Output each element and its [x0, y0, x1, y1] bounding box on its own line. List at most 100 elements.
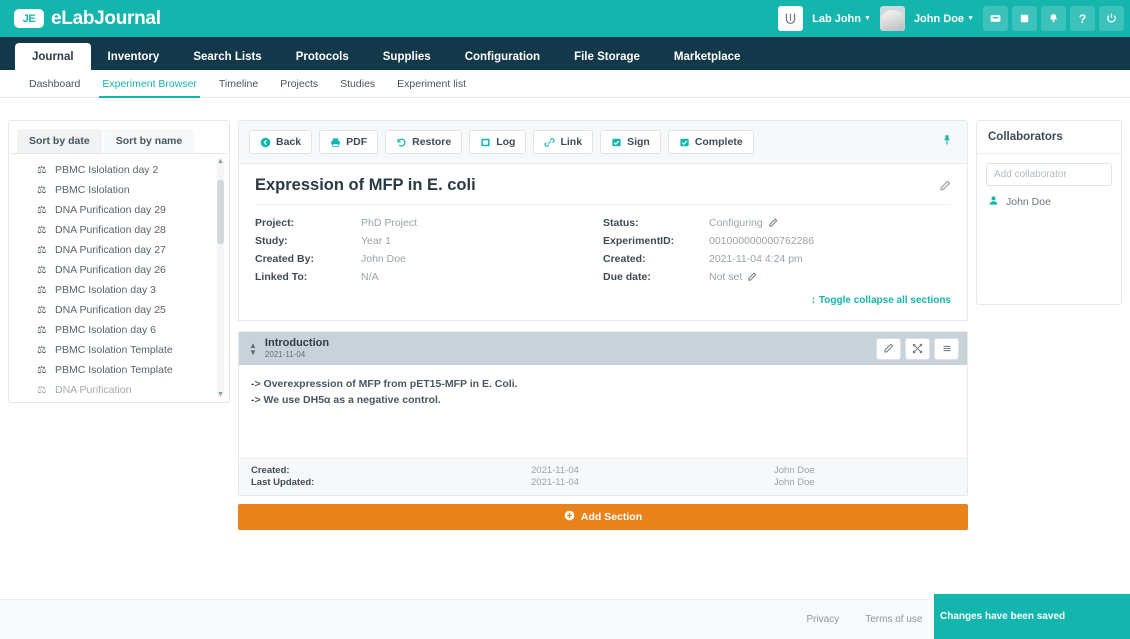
log-icon — [480, 137, 491, 148]
subnav-item-dashboard[interactable]: Dashboard — [18, 70, 91, 98]
list-item[interactable]: ⚖ DNA Purification day 29 — [11, 200, 227, 220]
footer-link-privacy[interactable]: Privacy — [806, 614, 839, 625]
collaborators-body: John Doe — [977, 154, 1121, 218]
section-updated-date: 2021-11-04 — [531, 477, 774, 489]
list-item[interactable]: ⚖ DNA Purification day 27 — [11, 240, 227, 260]
user-menu-label: John Doe — [914, 13, 964, 25]
list-item[interactable]: ⚖ PBMC Islolation day 2 — [11, 160, 227, 180]
complete-label: Complete — [695, 136, 743, 148]
sort-by-date-tab[interactable]: Sort by date — [17, 129, 102, 153]
experiment-toolbar: Back PDF Restore Log — [238, 120, 968, 164]
user-menu[interactable]: John Doe ▼ — [909, 6, 979, 31]
pin-icon[interactable] — [937, 133, 957, 152]
restore-button[interactable]: Restore — [385, 130, 462, 154]
section-content[interactable]: -> Overexpression of MFP from pET15-MFP … — [239, 365, 967, 458]
experiment-section: ▲▼ Introduction 2021-11-04 — [238, 331, 968, 496]
list-item[interactable]: ⚖ DNA Purification day 26 — [11, 260, 227, 280]
list-item[interactable]: ⚖ PBMC Islolation — [11, 180, 227, 200]
metadata-value: PhD Project — [361, 214, 417, 232]
scroll-down-icon[interactable]: ▼ — [217, 391, 224, 398]
nav-item-search-lists[interactable]: Search Lists — [176, 43, 278, 70]
metadata-left-column: Project: PhD Project Study: Year 1 Creat… — [255, 214, 603, 286]
list-item[interactable]: ⚖ DNA Purification day 25 — [11, 300, 227, 320]
subnav-item-experiment-browser[interactable]: Experiment Browser — [91, 70, 208, 98]
list-item[interactable]: ⚖ PBMC Isolation Template — [11, 340, 227, 360]
complete-icon — [679, 137, 690, 148]
list-item-label: DNA Purification day 27 — [55, 244, 166, 256]
sort-tabs: Sort by date Sort by name — [9, 121, 229, 153]
list-item[interactable]: ⚖ PBMC Isolation Template — [11, 360, 227, 380]
experiment-list[interactable]: ⚖ PBMC Islolation day 2 ⚖ PBMC Islolatio… — [11, 153, 227, 402]
section-menu-icon[interactable] — [934, 338, 959, 360]
metadata-row-experiment-id: ExperimentID: 001000000000762286 — [603, 232, 951, 250]
link-button[interactable]: Link — [533, 130, 593, 154]
list-item[interactable]: ⚖ PBMC Isolation day 6 — [11, 320, 227, 340]
expand-section-icon[interactable] — [905, 338, 930, 360]
metadata-value: 001000000000762286 — [709, 232, 814, 250]
list-item-label: PBMC Isolation day 3 — [55, 284, 156, 296]
toggle-collapse-label: Toggle collapse all sections — [819, 295, 951, 306]
subnav-item-projects[interactable]: Projects — [269, 70, 329, 98]
list-item-label: DNA Purification day 25 — [55, 304, 166, 316]
app-logo[interactable]: JE eLabJournal — [14, 8, 161, 30]
lab-avatar[interactable] — [778, 6, 803, 31]
edit-section-icon[interactable] — [876, 338, 901, 360]
metadata-key: Created: — [603, 250, 709, 268]
list-item-label: PBMC Islolation day 2 — [55, 164, 158, 176]
subnav-item-studies[interactable]: Studies — [329, 70, 386, 98]
avatar[interactable] — [880, 6, 905, 31]
nav-item-inventory[interactable]: Inventory — [91, 43, 177, 70]
scroll-up-icon[interactable]: ▲ — [217, 158, 224, 165]
metadata-key: Created By: — [255, 250, 361, 268]
note-icon[interactable] — [1012, 6, 1037, 31]
list-item[interactable]: ⚖ DNA Purification — [11, 380, 227, 400]
metadata-key: Project: — [255, 214, 361, 232]
nav-item-file-storage[interactable]: File Storage — [557, 43, 657, 70]
link-label: Link — [560, 136, 582, 148]
experiment-icon: ⚖ — [37, 285, 47, 296]
nav-item-configuration[interactable]: Configuration — [448, 43, 557, 70]
metadata-key: Status: — [603, 214, 709, 232]
list-item[interactable]: ⚖ DNA Purification day 28 — [11, 220, 227, 240]
list-item[interactable]: ⚖ PBMC Isolation day 3 — [11, 280, 227, 300]
nav-item-journal[interactable]: Journal — [15, 43, 91, 70]
toggle-collapse-all-sections-link[interactable]: ↕ Toggle collapse all sections — [811, 295, 951, 306]
toast-edge — [928, 594, 934, 639]
chevron-down-icon: ▼ — [967, 15, 974, 22]
toggle-collapse-row: ↕ Toggle collapse all sections — [255, 286, 951, 314]
nav-item-marketplace[interactable]: Marketplace — [657, 43, 757, 70]
experiment-icon: ⚖ — [37, 365, 47, 376]
metadata-value: John Doe — [361, 250, 406, 268]
nav-item-supplies[interactable]: Supplies — [366, 43, 448, 70]
bell-icon[interactable] — [1041, 6, 1066, 31]
edit-status-icon[interactable] — [768, 218, 778, 228]
collapse-toggle-icon[interactable]: ▲▼ — [249, 342, 257, 356]
help-icon[interactable]: ? — [1070, 6, 1095, 31]
experiment-metadata: Project: PhD Project Study: Year 1 Creat… — [255, 204, 951, 286]
add-collaborator-input[interactable] — [986, 163, 1112, 186]
power-icon[interactable] — [1099, 6, 1124, 31]
nav-item-protocols[interactable]: Protocols — [279, 43, 366, 70]
list-item-label: PBMC Isolation Template — [55, 364, 173, 376]
sign-button[interactable]: Sign — [600, 130, 661, 154]
complete-button[interactable]: Complete — [668, 130, 754, 154]
back-button[interactable]: Back — [249, 130, 312, 154]
lab-selector[interactable]: Lab John ▼ — [807, 6, 876, 31]
subnav-item-experiment-list[interactable]: Experiment list — [386, 70, 477, 98]
logo-text: eLabJournal — [51, 8, 161, 30]
collaborators-title: Collaborators — [977, 121, 1121, 154]
subnav-item-timeline[interactable]: Timeline — [208, 70, 269, 98]
edit-due-date-icon[interactable] — [747, 272, 757, 282]
section-updated-label: Last Updated: — [251, 477, 531, 489]
inbox-icon[interactable] — [983, 6, 1008, 31]
collaborator-item[interactable]: John Doe — [986, 195, 1112, 209]
add-section-button[interactable]: Add Section — [238, 504, 968, 530]
log-button[interactable]: Log — [469, 130, 526, 154]
experiment-title-row: Expression of MFP in E. coli — [255, 176, 951, 204]
footer-link-terms[interactable]: Terms of use — [865, 614, 922, 625]
scrollbar-thumb[interactable] — [217, 180, 224, 244]
pdf-button[interactable]: PDF — [319, 130, 378, 154]
list-scrollbar[interactable]: ▲ ▼ — [217, 158, 224, 398]
edit-title-icon[interactable] — [939, 176, 951, 197]
sort-by-name-tab[interactable]: Sort by name — [104, 129, 195, 153]
